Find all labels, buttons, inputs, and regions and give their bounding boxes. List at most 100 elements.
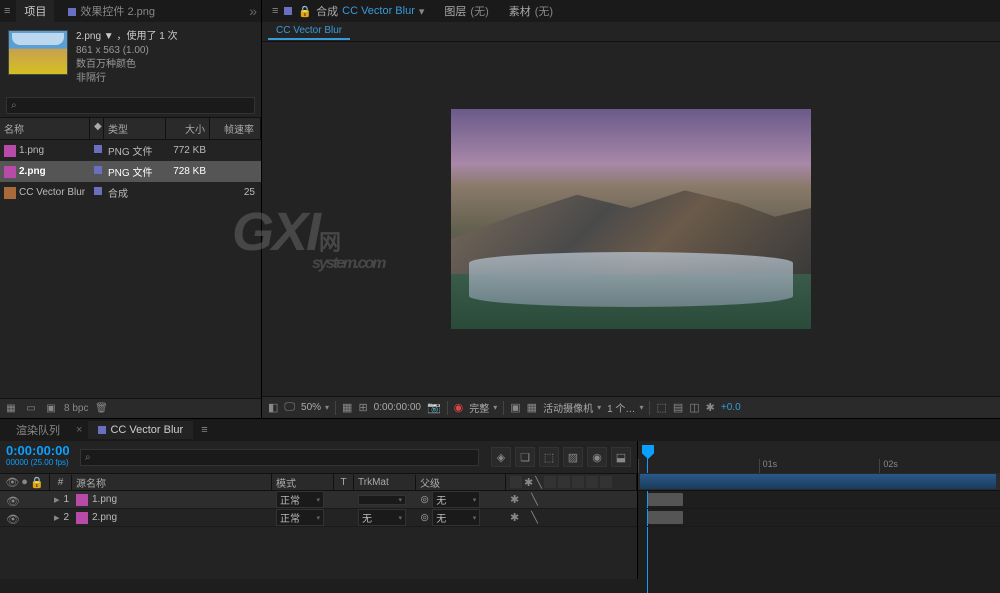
layer-bar[interactable] [648, 511, 683, 524]
transparency-icon[interactable]: ▦ [527, 401, 537, 414]
monitor-icon[interactable]: 🖵 [284, 401, 295, 414]
trkmat-dropdown[interactable]: 无 [358, 509, 406, 526]
comp-canvas[interactable] [451, 109, 811, 329]
file-icon [76, 512, 88, 524]
timeline-layer[interactable]: 👁 ▸2 2.png 正常 无 ⊚无 ✱╲ [0, 509, 637, 527]
tab-effect-controls[interactable]: 效果控件 2.png [60, 0, 163, 22]
timeline-panel: 渲染队列 × CC Vector Blur ≡ 0:00:00:00 00000… [0, 418, 1000, 579]
col-index[interactable]: # [50, 475, 72, 490]
color-depth[interactable]: 8 bpc [64, 403, 88, 414]
asset-info: 2.png ▼ ，使用了 1 次 861 x 563 (1.00) 数百万种颜色… [0, 22, 261, 94]
zoom-dropdown[interactable]: 50% [301, 402, 329, 413]
frame-blend-icon[interactable]: ▨ [563, 447, 583, 467]
col-framerate[interactable]: 帧速率 [210, 118, 261, 139]
project-list-header: 名称 ◆ 类型 大小 帧速率 [0, 118, 261, 140]
blend-mode-dropdown[interactable]: 正常 [276, 491, 324, 508]
blend-mode-dropdown[interactable]: 正常 [276, 509, 324, 526]
tab-project[interactable]: 项目 [16, 0, 54, 22]
timeline-track-area[interactable]: 01s 02s [638, 441, 1000, 579]
tab-render-queue[interactable]: 渲染队列 [6, 419, 70, 441]
timeline-search-input[interactable] [80, 449, 479, 466]
views-dropdown[interactable]: 1 个… [607, 400, 643, 415]
list-item[interactable]: CC Vector Blur 合成 25 [0, 182, 261, 203]
col-type[interactable]: 类型 [104, 118, 166, 139]
project-panel: ≡ 项目 效果控件 2.png » 2.png ▼ ，使用了 1 次 861 x… [0, 0, 262, 418]
comp-mini-flowchart-icon[interactable]: ◈ [491, 447, 511, 467]
col-t[interactable]: T [334, 475, 354, 490]
asset-metadata: 2.png ▼ ，使用了 1 次 861 x 563 (1.00) 数百万种颜色… [76, 30, 178, 86]
timeline-tabs: 渲染队列 × CC Vector Blur ≡ [0, 419, 1000, 441]
col-source-name[interactable]: 源名称 [72, 473, 272, 492]
comp-subtab[interactable]: CC Vector Blur [268, 23, 350, 40]
reset-exposure-icon[interactable]: ✱ [706, 401, 715, 414]
composition-panel: ≡ 🔒 合成 CC Vector Blur ▾ 图层 (无) 素材 (无) CC… [262, 0, 1000, 418]
timeline-timecode[interactable]: 0:00:00:00 00000 (25.00 fps) [0, 441, 80, 473]
label-color[interactable] [94, 187, 102, 195]
tab-timeline-comp[interactable]: CC Vector Blur [88, 421, 193, 439]
work-area-bar[interactable] [640, 474, 996, 489]
flowchart-icon[interactable]: ◫ [689, 401, 699, 414]
snapshot-icon[interactable]: 📷 [427, 401, 441, 414]
comp-tabs: ≡ 🔒 合成 CC Vector Blur ▾ 图层 (无) 素材 (无) [262, 0, 1000, 22]
tab-comp-name[interactable]: CC Vector Blur [342, 5, 415, 17]
parent-dropdown[interactable]: 无 [432, 509, 480, 526]
pickwhip-icon[interactable]: ⊚ [420, 493, 429, 506]
viewer-timecode[interactable]: 0:00:00:00 [374, 402, 421, 413]
col-tag[interactable]: ◆ [90, 118, 104, 139]
list-item[interactable]: 2.png PNG 文件 728 KB [0, 161, 261, 182]
roi-icon[interactable]: ▣ [510, 401, 520, 414]
guides-icon[interactable]: ⊞ [358, 401, 367, 414]
label-color [284, 7, 292, 15]
viewer-area[interactable]: GXI网 system.com [262, 42, 1000, 396]
parent-dropdown[interactable]: 无 [432, 491, 480, 508]
shy-icon[interactable]: ⬚ [539, 447, 559, 467]
draft-3d-icon[interactable]: ❏ [515, 447, 535, 467]
file-icon [4, 166, 16, 178]
col-switches: ✱╲ [506, 474, 637, 491]
visibility-icon[interactable]: 👁 [6, 495, 16, 505]
tab-menu-icon[interactable]: ≡ [201, 424, 207, 436]
playhead[interactable] [642, 445, 654, 459]
asset-thumbnail [8, 30, 68, 75]
grid-icon[interactable]: ▦ [342, 401, 352, 414]
motion-blur-icon[interactable]: ◉ [587, 447, 607, 467]
layer-bar[interactable] [648, 493, 683, 506]
panel-menu-icon[interactable]: ≡ [4, 5, 10, 17]
av-features-icon[interactable]: 👁 [5, 476, 19, 489]
project-search-input[interactable] [6, 97, 255, 114]
new-folder-icon[interactable]: ▭ [24, 402, 38, 416]
col-size[interactable]: 大小 [166, 118, 210, 139]
col-name[interactable]: 名称 [0, 118, 90, 139]
mask-toggle-icon[interactable]: ◧ [268, 401, 278, 414]
label-color[interactable] [94, 145, 102, 153]
tab-source-label[interactable]: 素材 [509, 3, 531, 19]
interpret-footage-icon[interactable]: ▦ [4, 402, 18, 416]
panel-menu-icon[interactable]: ≡ [272, 5, 278, 17]
color-mgmt-icon[interactable]: ◉ [454, 401, 464, 414]
list-item[interactable]: 1.png PNG 文件 772 KB [0, 140, 261, 161]
timeline-icon[interactable]: ▤ [673, 401, 683, 414]
trkmat-dropdown[interactable] [358, 495, 406, 505]
tab-comp-label: 合成 [316, 3, 338, 19]
fast-preview-icon[interactable]: ⬚ [656, 401, 666, 414]
col-trkmat[interactable]: TrkMat [354, 475, 416, 490]
trash-icon[interactable]: 🗑 [94, 402, 108, 416]
tab-layer-label[interactable]: 图层 [444, 3, 466, 19]
pickwhip-icon[interactable]: ⊚ [420, 511, 429, 524]
exposure-value[interactable]: +0.0 [721, 402, 741, 413]
file-icon [4, 145, 16, 157]
new-comp-icon[interactable]: ▣ [44, 402, 58, 416]
lock-icon[interactable]: 🔒 [298, 5, 312, 18]
camera-dropdown[interactable]: 活动摄像机 [543, 400, 601, 415]
resolution-dropdown[interactable]: 完整 [469, 400, 497, 415]
time-ruler[interactable]: 01s 02s [638, 441, 1000, 473]
project-footer: ▦ ▭ ▣ 8 bpc 🗑 [0, 398, 261, 418]
switch-icon[interactable] [510, 476, 522, 488]
viewer-footer: ◧ 🖵 50% ▦ ⊞ 0:00:00:00 📷 ◉ 完整 ▣ ▦ 活动摄像机 … [262, 396, 1000, 418]
comp-icon [4, 187, 16, 199]
panel-close-icon[interactable]: » [249, 3, 257, 19]
label-color[interactable] [94, 166, 102, 174]
graph-editor-icon[interactable]: ⬓ [611, 447, 631, 467]
visibility-icon[interactable]: 👁 [6, 513, 16, 523]
watermark: GXI网 system.com [232, 201, 385, 273]
